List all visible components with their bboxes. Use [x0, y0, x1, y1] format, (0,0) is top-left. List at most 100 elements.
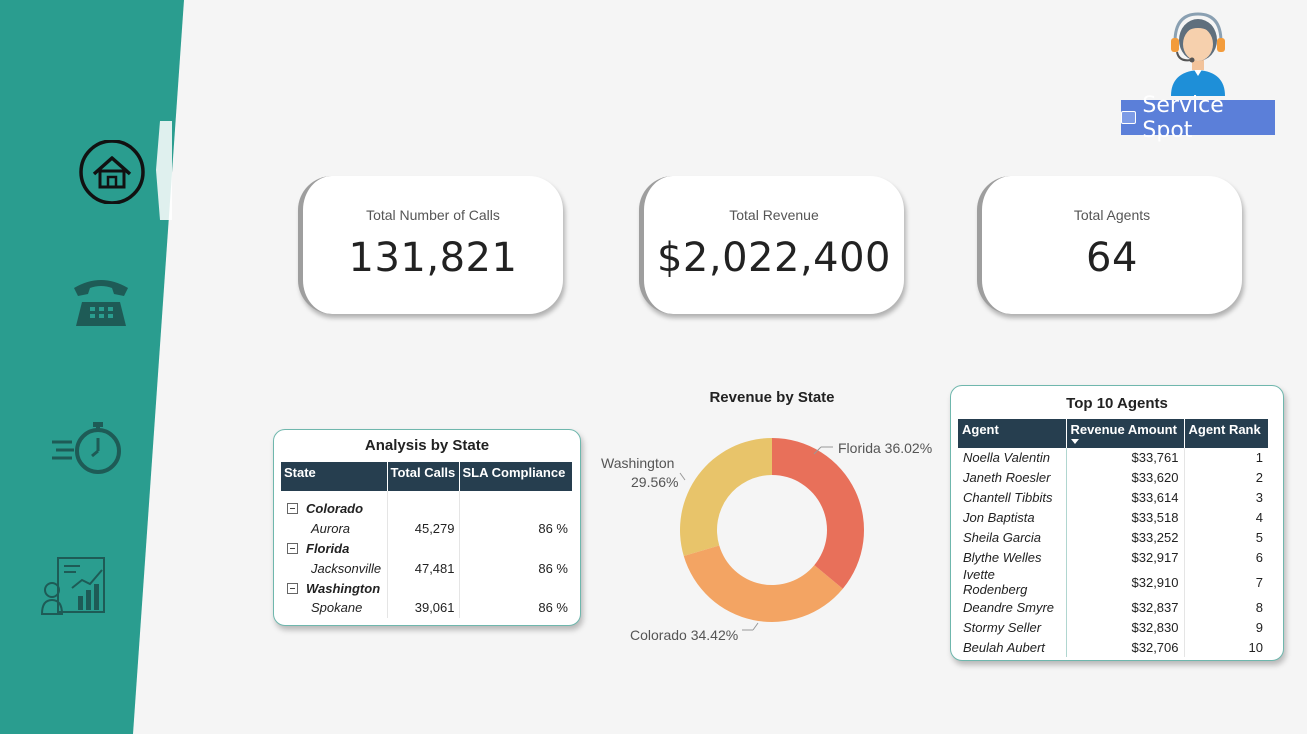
agent-name: Beulah Aubert	[958, 637, 1067, 658]
agent-name: Sheila Garcia	[958, 527, 1067, 548]
revenue-amount: $32,837	[1066, 597, 1185, 618]
total-calls-value: 39,061	[387, 597, 460, 618]
kpi-card-total-calls: Total Number of Calls 131,821	[298, 176, 563, 314]
panel-title: Top 10 Agents	[1066, 395, 1168, 412]
table-header-row: Agent Revenue Amount Agent Rank	[958, 419, 1268, 448]
kpi-value: 64	[1086, 235, 1138, 281]
revenue-amount: $32,706	[1066, 637, 1185, 658]
slice-label-colorado: Colorado 34.42%	[630, 627, 739, 643]
table-row: Blythe Welles $32,917 6	[958, 547, 1268, 568]
state-row-colorado: Colorado	[281, 499, 572, 519]
revenue-amount: $33,518	[1066, 507, 1185, 528]
collapse-toggle[interactable]	[287, 582, 298, 594]
slice-label-washington: Washington	[601, 455, 675, 471]
revenue-amount: $32,910	[1066, 567, 1185, 598]
column-header-revenue-amount[interactable]: Revenue Amount	[1066, 419, 1185, 448]
collapse-toggle[interactable]	[287, 542, 298, 554]
table-row: Noella Valentin $33,761 1	[958, 448, 1268, 468]
donut-slice-colorado[interactable]	[683, 545, 843, 622]
nav-calls[interactable]	[70, 274, 132, 328]
headset-agent-icon	[1171, 12, 1225, 96]
sidebar	[0, 0, 184, 734]
city-row: Aurora 45,279 86 %	[281, 518, 572, 539]
revenue-amount: $33,614	[1066, 487, 1185, 508]
kpi-label: Total Agents	[1073, 207, 1151, 223]
kpi-value: 131,821	[348, 235, 518, 281]
table-row: Deandre Smyre $32,837 8	[958, 597, 1268, 618]
city-row: Spokane 39,061 86 %	[281, 597, 572, 618]
agent-rank: 4	[1255, 510, 1263, 526]
donut-slice-florida[interactable]	[772, 438, 864, 589]
agent-rank: 3	[1255, 490, 1263, 506]
sidebar-background	[0, 0, 184, 734]
table-row: Chantell Tibbits $33,614 3	[958, 487, 1268, 508]
table-row: Jon Baptista $33,518 4	[958, 507, 1268, 528]
analysis-by-state-panel: Analysis by State State Total Calls SLA …	[273, 429, 581, 626]
state-name: Florida	[306, 540, 350, 556]
revenue-amount: $33,252	[1066, 527, 1185, 548]
table-row: Beulah Aubert $32,706 10	[958, 637, 1268, 658]
agent-name: Ivette Rodenberg	[958, 567, 1067, 598]
sla-value: 86 %	[538, 521, 568, 537]
kpi-label: Total Revenue	[729, 207, 819, 223]
state-row-florida: Florida	[281, 538, 572, 559]
slice-label-florida: Florida 36.02%	[838, 440, 933, 456]
support-agent-logo	[1165, 10, 1231, 98]
column-header-total-calls[interactable]: Total Calls	[387, 462, 460, 491]
agent-name: Chantell Tibbits	[958, 487, 1067, 508]
column-header-label: Revenue Amount	[1070, 422, 1177, 437]
state-row-washington: Washington	[281, 578, 572, 598]
brand-name: Service Spot	[1142, 92, 1224, 143]
column-header-sla-compliance[interactable]: SLA Compliance	[459, 462, 572, 491]
table-header-row: State Total Calls SLA Compliance	[281, 462, 572, 491]
top-agents-table: Agent Revenue Amount Agent Rank Noella V…	[958, 419, 1268, 658]
analysis-table: State Total Calls SLA Compliance Colorad…	[281, 462, 572, 618]
stopwatch-icon	[52, 422, 121, 474]
chart-title: Revenue by State	[709, 389, 835, 406]
agent-report-icon	[40, 557, 105, 615]
table-row: Janeth Roesler $33,620 2	[958, 467, 1268, 488]
panel-title: Analysis by State	[364, 437, 490, 454]
state-name: Colorado	[306, 501, 364, 517]
kpi-card-total-agents: Total Agents 64	[977, 176, 1242, 314]
nav-home[interactable]	[78, 140, 146, 204]
agent-rank: 7	[1255, 574, 1263, 590]
state-name: Washington	[306, 580, 381, 596]
home-icon	[79, 140, 145, 204]
donut-slice-washington[interactable]	[680, 438, 772, 557]
kpi-card-total-revenue: Total Revenue $2,022,400	[639, 176, 904, 314]
agent-name: Noella Valentin	[958, 448, 1067, 468]
total-calls-value: 47,481	[387, 558, 460, 579]
collapse-toggle[interactable]	[287, 503, 298, 515]
slice-label-washington-pct: 29.56%	[631, 474, 679, 490]
brand-banner: Service Spot	[1121, 93, 1275, 143]
city-name: Jacksonville	[281, 558, 388, 579]
agent-name: Janeth Roesler	[958, 467, 1067, 488]
agent-name: Blythe Welles	[958, 547, 1067, 568]
city-row: Jacksonville 47,481 86 %	[281, 558, 572, 579]
column-header-state[interactable]: State	[281, 462, 388, 491]
nav-agents[interactable]	[40, 556, 116, 616]
table-row: Sheila Garcia $33,252 5	[958, 527, 1268, 548]
revenue-amount: $33,761	[1066, 448, 1185, 468]
revenue-amount: $32,917	[1066, 547, 1185, 568]
column-header-agent[interactable]: Agent	[958, 419, 1067, 448]
agent-rank: 5	[1255, 530, 1263, 545]
leader-line-colorado	[752, 622, 759, 631]
city-name: Spokane	[281, 597, 388, 618]
agent-name: Stormy Seller	[958, 617, 1067, 638]
agent-rank: 1	[1255, 450, 1263, 466]
kpi-value: $2,022,400	[656, 235, 892, 281]
agent-rank: 10	[1248, 639, 1263, 655]
agent-rank: 9	[1255, 619, 1263, 635]
agent-rank: 6	[1255, 549, 1263, 565]
city-name: Aurora	[281, 518, 388, 539]
agent-name: Jon Baptista	[958, 507, 1067, 528]
table-row: Ivette Rodenberg $32,910 7	[958, 567, 1268, 598]
telephone-icon	[74, 280, 128, 326]
table-row: Stormy Seller $32,830 9	[958, 617, 1268, 638]
column-header-agent-rank[interactable]: Agent Rank	[1184, 419, 1268, 448]
nav-response-time[interactable]	[50, 420, 124, 476]
leader-line-washington	[679, 472, 686, 481]
top-agents-panel: Top 10 Agents Agent Revenue Amount Agent…	[950, 385, 1284, 661]
